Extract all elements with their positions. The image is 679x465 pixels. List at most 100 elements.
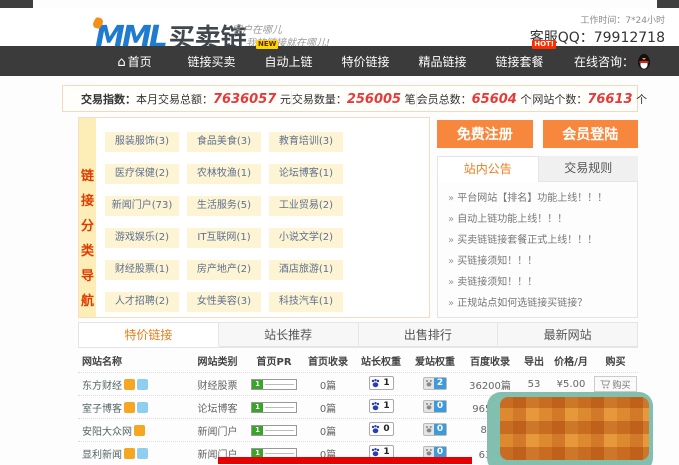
site-tag-blue-icon bbox=[137, 402, 148, 413]
nav-home-label: 首页 bbox=[128, 55, 152, 69]
nav-special-links[interactable]: 特价链接 bbox=[327, 53, 404, 70]
stat-item: 会员总数：65604 个 bbox=[416, 91, 532, 107]
notice-tabs: 站内公告 交易规则 bbox=[437, 156, 638, 182]
category-item[interactable]: 生活服务(5) bbox=[187, 196, 261, 216]
nav-auto-link[interactable]: NEW 自动上链 bbox=[250, 53, 327, 70]
table-header: 网站名称 网站类别 首页PR 首页收录 站长权重 爱站权重 百度收录 导出 价格… bbox=[78, 348, 638, 372]
zz-weight-badge: 1 bbox=[369, 376, 394, 390]
pr-line bbox=[265, 407, 294, 408]
nav-premium-links[interactable]: 精品链接 bbox=[404, 53, 481, 70]
stat-value: 256005 bbox=[347, 92, 401, 107]
category-vertical-char: 链 bbox=[79, 164, 96, 189]
category-vertical-char: 导 bbox=[79, 264, 96, 289]
site-name[interactable]: 安阳大众网 bbox=[82, 423, 132, 438]
hot-badge: HOT! bbox=[532, 40, 556, 49]
notice-item[interactable]: 平台网站【排名】功能上线！！！ bbox=[448, 188, 627, 209]
paw-icon bbox=[424, 424, 434, 434]
paw-icon bbox=[370, 378, 381, 389]
site-tag-orange-icon bbox=[134, 425, 145, 436]
notice-item[interactable]: 卖链接须知！！！ bbox=[448, 272, 627, 293]
category-item[interactable]: IT互联网(1) bbox=[187, 228, 261, 248]
notice-list: 平台网站【排名】功能上线！！！自动上链功能上线！！！买卖链链接套餐正式上线！！！… bbox=[437, 182, 638, 318]
paw-icon bbox=[370, 424, 381, 435]
col-price: 价格/月 bbox=[549, 353, 593, 368]
register-button[interactable]: 免费注册 bbox=[437, 120, 533, 148]
col-buy: 购买 bbox=[593, 353, 638, 368]
az-weight-value: 0 bbox=[434, 424, 446, 435]
category-item[interactable]: 女性美容(3) bbox=[187, 292, 261, 312]
nav-link-package-label: 链接套餐 bbox=[495, 55, 543, 69]
category-item[interactable]: 房产地产(2) bbox=[187, 260, 261, 280]
nav-auto-link-label: 自动上链 bbox=[264, 55, 312, 69]
nav-link-trade[interactable]: 链接买卖 bbox=[173, 53, 250, 70]
top-left-chrome-strip bbox=[0, 0, 33, 8]
notice-item[interactable]: 买卖链链接套餐正式上线！！！ bbox=[448, 230, 627, 251]
censored-mosaic-overlay bbox=[487, 392, 653, 465]
notice-item[interactable]: 自动上链功能上线！！！ bbox=[448, 209, 627, 230]
stats-items: 本月交易总额：7636057 元交易数量：256005 笔会员总数：65604 … bbox=[136, 91, 647, 107]
category-item[interactable]: 农林牧渔(1) bbox=[187, 164, 261, 184]
pr-line bbox=[265, 453, 294, 454]
nav-home[interactable]: ⌂首页 bbox=[96, 53, 173, 70]
category-item[interactable]: 论坛博客(1) bbox=[269, 164, 343, 184]
category-vertical-char: 分 bbox=[79, 214, 96, 239]
category-item[interactable]: 游戏娱乐(2) bbox=[105, 228, 179, 248]
stat-suffix: 笔 bbox=[401, 93, 416, 106]
paw-icon bbox=[370, 401, 381, 412]
stat-prefix: 本月交易总额： bbox=[136, 93, 213, 106]
category-item[interactable]: 医疗保健(2) bbox=[105, 164, 179, 184]
paw-icon bbox=[424, 378, 434, 388]
tab-special-links[interactable]: 特价链接 bbox=[78, 322, 219, 347]
category-item[interactable]: 酒店旅游(1) bbox=[269, 260, 343, 280]
category-item[interactable]: 教育培训(3) bbox=[269, 132, 343, 152]
site-name[interactable]: 室子博客 bbox=[82, 400, 122, 415]
category-item[interactable]: 小说文学(2) bbox=[269, 228, 343, 248]
category-vertical-char: 接 bbox=[79, 189, 96, 214]
tab-trade-rules[interactable]: 交易规则 bbox=[539, 156, 639, 182]
category-vertical-char: 航 bbox=[79, 289, 96, 314]
home-collect: 0篇 bbox=[303, 423, 353, 438]
tab-sales-ranking[interactable]: 出售排行 bbox=[359, 322, 499, 347]
nav-online-consult[interactable]: 在线咨询： bbox=[574, 53, 651, 70]
zz-weight-badge: 1 bbox=[369, 399, 394, 413]
category-item[interactable]: 新闻门户(73) bbox=[105, 196, 179, 216]
col-zz-weight: 站长权重 bbox=[353, 353, 409, 368]
stat-value: 7636057 bbox=[213, 92, 276, 107]
tab-webmaster-recommend[interactable]: 站长推荐 bbox=[219, 322, 359, 347]
col-export: 导出 bbox=[519, 353, 549, 368]
buy-button[interactable]: 购买 bbox=[594, 376, 636, 392]
nav-link-package[interactable]: HOT! 链接套餐 bbox=[481, 53, 558, 70]
site-tag-orange-icon bbox=[124, 448, 135, 459]
category-item[interactable]: 工业贸易(2) bbox=[269, 196, 343, 216]
zz-weight-value: 1 bbox=[381, 378, 393, 388]
category-item[interactable]: 食品美食(3) bbox=[187, 132, 261, 152]
pr-value: 1 bbox=[252, 403, 263, 412]
zz-weight-value: 1 bbox=[381, 401, 393, 411]
stat-suffix: 个 bbox=[633, 93, 648, 106]
site-name[interactable]: 显利新闻 bbox=[82, 446, 122, 461]
notice-item[interactable]: 正规站点如何选链接买链接？ bbox=[448, 293, 627, 314]
stats-label: 交易指数： bbox=[81, 91, 136, 107]
notice-item[interactable]: 买链接须知！！！ bbox=[448, 251, 627, 272]
top-right-chrome-strip bbox=[657, 0, 679, 8]
tab-newest-sites[interactable]: 最新网站 bbox=[498, 322, 638, 347]
site-category: 论坛博客 bbox=[190, 400, 245, 415]
category-panel: 链接分类导航 服装服饰(3) 食品美食(3) 教育培训(3) 医疗保健(2) 农林牧渔(… bbox=[78, 117, 430, 318]
tab-site-notice[interactable]: 站内公告 bbox=[437, 156, 539, 182]
category-item[interactable]: 人才招聘(2) bbox=[105, 292, 179, 312]
site-name[interactable]: 东方财经 bbox=[82, 377, 122, 392]
stat-suffix: 元 bbox=[276, 93, 291, 106]
category-vertical-char: 类 bbox=[79, 239, 96, 264]
site-tag-orange-icon bbox=[124, 379, 135, 390]
work-time: 工作时间：7*24小时 bbox=[580, 13, 665, 26]
cart-icon bbox=[600, 380, 610, 389]
col-home-pr: 首页PR bbox=[245, 353, 303, 368]
category-item[interactable]: 财经股票(1) bbox=[105, 260, 179, 280]
login-button[interactable]: 会员登陆 bbox=[543, 120, 639, 148]
paw-icon bbox=[424, 401, 434, 411]
zz-weight-value: 1 bbox=[381, 447, 393, 457]
category-item[interactable]: 服装服饰(3) bbox=[105, 132, 179, 152]
category-item[interactable]: 科技汽车(1) bbox=[269, 292, 343, 312]
site-tag-orange-icon bbox=[124, 402, 135, 413]
pr-bar: 1 bbox=[251, 425, 297, 436]
